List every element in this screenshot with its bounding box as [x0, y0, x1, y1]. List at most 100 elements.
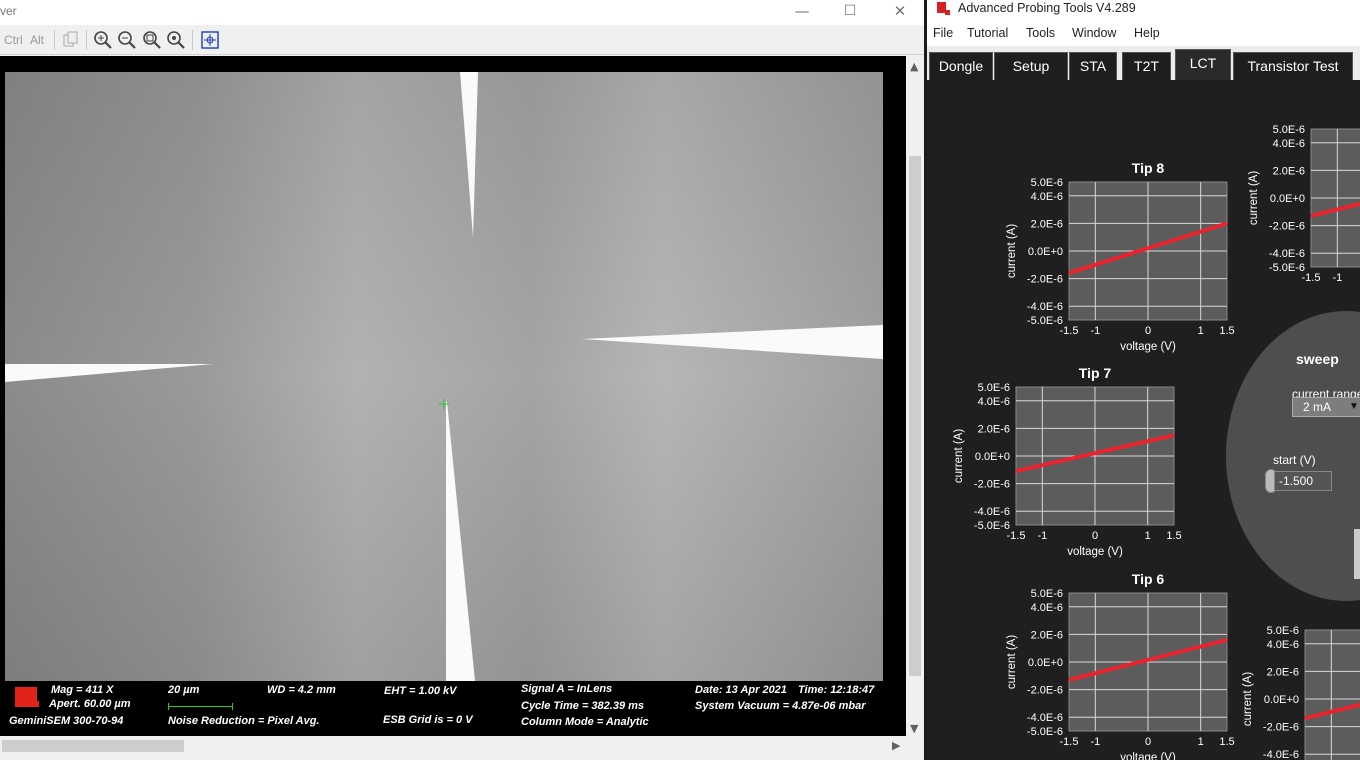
zoom-in-icon-graphic [94, 31, 112, 49]
zoom-region-icon[interactable] [141, 29, 163, 51]
close-button[interactable]: ✕ [876, 0, 924, 25]
y-axis-label: current (A) [953, 429, 965, 483]
tab-lct[interactable]: LCT [1175, 49, 1231, 80]
y-tick-label: 0.0E+0 [1028, 246, 1063, 258]
x-tick-label: 1.5 [1166, 530, 1181, 542]
iv-chart: 5.0E-6 4.0E-6 2.0E-6 0.0E+0 -2.0E-6 -4.0E-6 -5… [1006, 571, 1235, 760]
y-tick-label: -5.0E-6 [1027, 315, 1063, 327]
minimize-button[interactable]: — [778, 0, 826, 25]
signal-value: Signal A = InLens [521, 683, 613, 695]
zoom-fit-icon[interactable] [165, 29, 187, 51]
x-tick-label: 1 [1198, 736, 1204, 748]
y-tick-label: 5.0E-6 [978, 382, 1010, 394]
x-tick-label: -1 [1037, 530, 1047, 542]
x-tick-label: 0 [1145, 325, 1151, 337]
y-tick-label: -4.0E-6 [1027, 712, 1063, 724]
zoom-out-icon[interactable] [116, 29, 138, 51]
x-tick-label: 1.5 [1219, 325, 1234, 337]
x-tick-label: -1 [1332, 272, 1342, 284]
menu-help[interactable]: Help [1134, 26, 1160, 40]
x-axis-label: voltage (V) [1067, 546, 1123, 558]
alt-toggle[interactable]: Alt [30, 33, 44, 47]
tab-bar: Dongle Setup STA T2T LCT Transistor Test [927, 46, 1360, 80]
y-tick-label: 5.0E-6 [1267, 625, 1299, 637]
sem-image[interactable] [5, 72, 883, 681]
y-tick-label: -4.0E-6 [1027, 301, 1063, 313]
x-tick-label: -1 [1090, 325, 1100, 337]
menu-tutorial[interactable]: Tutorial [967, 26, 1008, 40]
x-tick-label: -1 [1090, 736, 1100, 748]
y-tick-label: 0.0E+0 [1264, 694, 1299, 706]
current-range-value: 2 mA [1303, 400, 1332, 414]
zoom-out-icon-graphic [118, 31, 136, 49]
y-tick-label: -2.0E-6 [1269, 221, 1305, 233]
horizontal-scroll-thumb[interactable] [2, 740, 184, 752]
vertical-scrollbar[interactable]: ▲ ▼ [906, 56, 924, 740]
y-tick-label: -2.0E-6 [1027, 685, 1063, 697]
crosshair-select-icon-graphic [201, 31, 219, 49]
tab-setup[interactable]: Setup [994, 52, 1068, 80]
tab-t2t[interactable]: T2T [1122, 52, 1171, 80]
x-tick-label: 0 [1145, 736, 1151, 748]
scroll-right-icon[interactable]: ▶ [892, 739, 900, 752]
start-label: start (V) [1273, 453, 1316, 467]
x-tick-label: -1.5 [1007, 530, 1026, 542]
vertical-scroll-thumb[interactable] [909, 156, 921, 676]
x-tick-label: -1.5 [1060, 325, 1079, 337]
vacuum-value: System Vacuum = 4.87e-06 mbar [695, 700, 866, 712]
sem-image-frame: Mag = 411 X Apert. 60.00 µm GeminiSEM 30… [0, 56, 906, 736]
y-tick-label: 0.0E+0 [975, 451, 1010, 463]
side-button[interactable] [1354, 529, 1360, 579]
viewer-toolbar: Ctrl Alt [0, 25, 924, 55]
y-tick-label: 5.0E-6 [1031, 588, 1063, 600]
y-tick-label: 2.0E-6 [1267, 666, 1299, 678]
dropdown-arrow-icon: ▼ [1349, 401, 1359, 412]
x-axis-label: voltage (V) [1120, 341, 1176, 353]
horizontal-scrollbar[interactable]: ▶ [0, 736, 906, 756]
sem-viewer-window: ver — ☐ ✕ Ctrl Alt Mag = 411 X Apert. 60… [0, 0, 924, 760]
y-tick-label: -5.0E-6 [1027, 726, 1063, 738]
scroll-up-icon[interactable]: ▲ [910, 60, 918, 73]
scroll-down-icon[interactable]: ▼ [910, 722, 918, 735]
y-tick-label: 4.0E-6 [1031, 602, 1063, 614]
y-tick-label: 4.0E-6 [1031, 191, 1063, 203]
copy-icon[interactable] [60, 29, 82, 51]
y-tick-label: 4.0E-6 [978, 396, 1010, 408]
zoom-in-icon[interactable] [92, 29, 114, 51]
y-tick-label: 2.0E-6 [1031, 629, 1063, 641]
tab-transistor-test[interactable]: Transistor Test [1233, 52, 1353, 80]
maximize-button[interactable]: ☐ [826, 0, 874, 25]
viewer-title: ver [0, 4, 17, 18]
x-axis-label: voltage (V) [1120, 752, 1176, 760]
x-tick-label: -1.5 [1060, 736, 1079, 748]
tab-sta[interactable]: STA [1069, 52, 1117, 80]
y-tick-label: -2.0E-6 [1027, 274, 1063, 286]
scale-bar-label: 20 µm [168, 684, 200, 696]
viewer-title-bar: ver — ☐ ✕ [0, 0, 924, 25]
ctrl-toggle[interactable]: Ctrl [4, 33, 23, 47]
instrument-name: GeminiSEM 300-70-94 [9, 715, 124, 727]
chart-title: Tip 7 [1079, 365, 1112, 381]
iv-chart: 5.0E-6 4.0E-6 2.0E-6 0.0E+0 -2.0E-6 -4.0E-6 -5… [1248, 124, 1360, 284]
crosshair-select-icon[interactable] [199, 29, 221, 51]
y-tick-label: 2.0E-6 [1273, 165, 1305, 177]
iv-chart: 5.0E-6 4.0E-6 2.0E-6 0.0E+0 -2.0E-6 -4.0E-6 cu… [1242, 625, 1360, 760]
y-tick-label: -2.0E-6 [1263, 722, 1299, 734]
time-value: Time: 12:18:47 [798, 684, 875, 696]
x-tick-label: 1.5 [1219, 736, 1234, 748]
menu-file[interactable]: File [933, 26, 953, 40]
wd-value: WD = 4.2 mm [267, 684, 336, 696]
scale-bar [168, 703, 233, 710]
y-tick-label: 0.0E+0 [1028, 657, 1063, 669]
zoom-region-icon-graphic [143, 31, 161, 49]
menu-tools[interactable]: Tools [1026, 26, 1055, 40]
y-tick-label: 0.0E+0 [1270, 193, 1305, 205]
y-tick-label: 2.0E-6 [978, 423, 1010, 435]
x-tick-label: 0 [1092, 530, 1098, 542]
menu-window[interactable]: Window [1072, 26, 1116, 40]
y-axis-label: current (A) [1006, 224, 1018, 278]
current-range-select[interactable]: 2 mA ▼ [1292, 397, 1360, 417]
start-voltage-input[interactable] [1274, 471, 1332, 491]
esb-grid: ESB Grid is = 0 V [383, 714, 473, 726]
tab-dongle[interactable]: Dongle [929, 52, 993, 80]
